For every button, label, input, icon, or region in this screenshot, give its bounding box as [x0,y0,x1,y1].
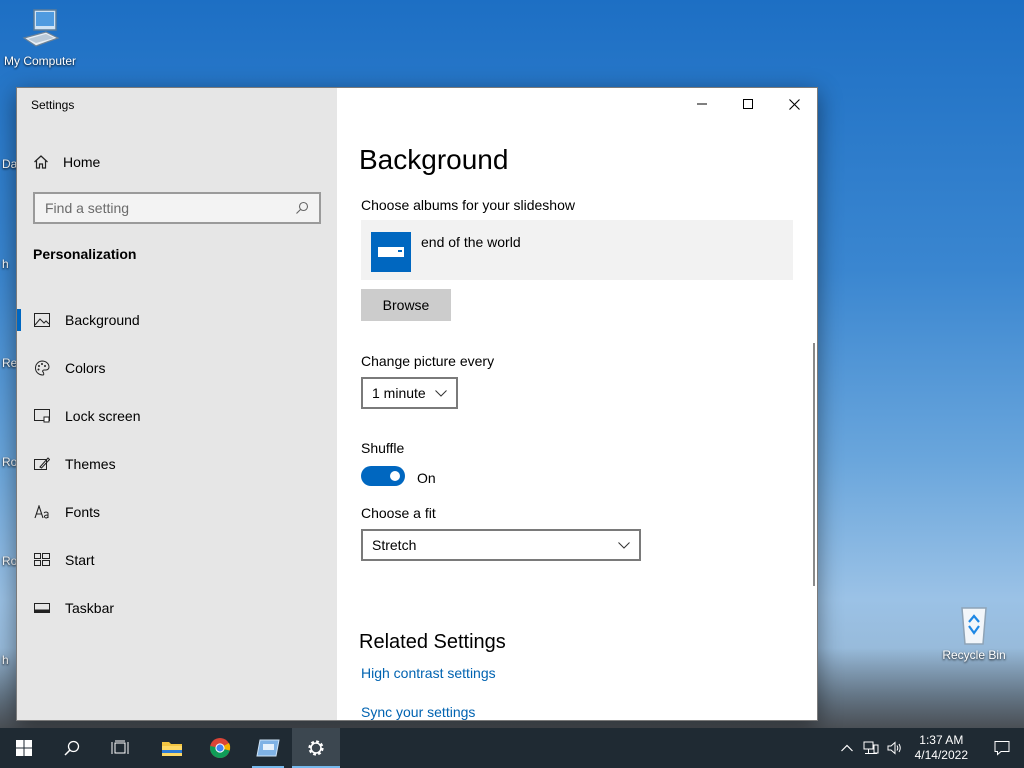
sync-settings-link[interactable]: Sync your settings [361,704,475,720]
lock-screen-icon [33,407,51,425]
sidebar-item-label: Background [65,312,140,328]
action-center-button[interactable] [980,728,1024,768]
sidebar-item-taskbar[interactable]: Taskbar [17,584,337,632]
fit-dropdown[interactable]: Stretch [361,529,641,561]
desktop-icon-recycle-bin[interactable]: Recycle Bin [934,602,1014,662]
system-tray: 1:37 AM 4/14/2022 [835,728,1024,768]
picture-icon [33,311,51,329]
remote-app-button[interactable] [244,728,292,768]
clock-date: 4/14/2022 [914,748,968,762]
close-button[interactable] [771,88,817,120]
maximize-icon [743,99,753,109]
network-icon [863,741,879,754]
change-picture-dropdown[interactable]: 1 minute [361,377,458,409]
windows-logo-icon [16,740,32,756]
settings-content: Background Choose albums for your slides… [337,88,817,720]
related-settings-title: Related Settings [359,631,506,653]
chevron-down-icon [435,389,447,397]
app-window-icon [256,739,280,757]
search-placeholder: Find a setting [45,200,130,216]
sidebar-item-themes[interactable]: Themes [17,440,337,488]
folder-icon [378,247,404,257]
scrollbar[interactable] [813,343,815,586]
shuffle-toggle[interactable] [361,466,405,486]
settings-sidebar: Settings Home Find a setting Personaliza… [17,88,337,720]
close-icon [788,98,800,110]
sidebar-item-label: Fonts [65,504,101,520]
sidebar-item-colors[interactable]: Colors [17,344,337,392]
start-button[interactable] [0,728,48,768]
taskbar-search-button[interactable] [48,728,96,768]
home-icon [34,155,48,169]
minimize-icon [697,103,707,105]
chrome-button[interactable] [196,728,244,768]
nav-home-label: Home [63,154,101,170]
start-icon [33,551,51,569]
sidebar-item-fonts[interactable]: Fonts [17,488,337,536]
desktop-edge-label: h [2,257,9,271]
notification-icon [994,741,1010,756]
taskbar: 1:37 AM 4/14/2022 [0,728,1024,768]
album-thumbnail [371,232,411,272]
high-contrast-link[interactable]: High contrast settings [361,665,496,681]
search-icon [296,201,309,214]
search-icon [64,740,80,756]
palette-icon [33,359,51,377]
taskbar-icon [33,599,51,617]
nav-list: Background Colors Lock screen Themes Fon… [17,296,337,632]
computer-icon [22,9,60,47]
chrome-icon [209,738,231,759]
network-button[interactable] [859,728,883,768]
desktop-icon-label: My Computer [3,54,77,68]
themes-icon [33,455,51,473]
fit-value: Stretch [372,537,417,553]
fonts-icon [33,503,51,521]
show-hidden-icons-button[interactable] [835,728,859,768]
album-name: end of the world [421,234,521,250]
task-view-icon [111,740,129,754]
desktop-edge-label: h [2,653,9,667]
clock-time: 1:37 AM [919,733,964,747]
desktop-icon-my-computer[interactable]: My Computer [0,8,80,68]
sidebar-item-label: Start [65,552,95,568]
folder-icon [162,742,182,756]
volume-button[interactable] [883,728,907,768]
desktop-icon-label: Recycle Bin [942,648,1006,662]
albums-label: Choose albums for your slideshow [361,197,575,213]
sidebar-item-background[interactable]: Background [17,296,337,344]
maximize-button[interactable] [725,88,771,120]
sidebar-item-label: Colors [65,360,106,376]
page-title: Background [359,144,509,175]
toggle-knob [390,471,400,481]
minimize-button[interactable] [679,88,725,120]
change-picture-label: Change picture every [361,353,495,369]
fit-label: Choose a fit [361,505,436,521]
chevron-up-icon [840,744,853,752]
window-controls [679,88,817,120]
gear-icon [308,740,324,756]
sidebar-item-label: Lock screen [65,408,141,424]
search-input[interactable]: Find a setting [33,192,321,224]
window-title: Settings [31,98,75,112]
browse-button[interactable]: Browse [361,289,451,321]
sidebar-item-label: Taskbar [65,600,115,616]
clock[interactable]: 1:37 AM 4/14/2022 [907,733,980,763]
nav-home[interactable]: Home [33,150,323,174]
settings-window: Settings Home Find a setting Personaliza… [16,87,818,721]
sidebar-item-label: Themes [65,456,116,472]
album-item[interactable]: end of the world [361,220,793,280]
task-view-button[interactable] [96,728,144,768]
sidebar-item-lock-screen[interactable]: Lock screen [17,392,337,440]
section-title: Personalization [33,246,137,262]
file-explorer-button[interactable] [148,728,196,768]
chevron-down-icon [618,541,630,549]
volume-icon [887,741,901,755]
shuffle-label: Shuffle [361,440,405,456]
change-picture-value: 1 minute [372,385,426,401]
recycle-bin-icon [961,607,987,645]
shuffle-state: On [417,470,436,486]
settings-taskbar-button[interactable] [292,728,340,768]
sidebar-item-start[interactable]: Start [17,536,337,584]
